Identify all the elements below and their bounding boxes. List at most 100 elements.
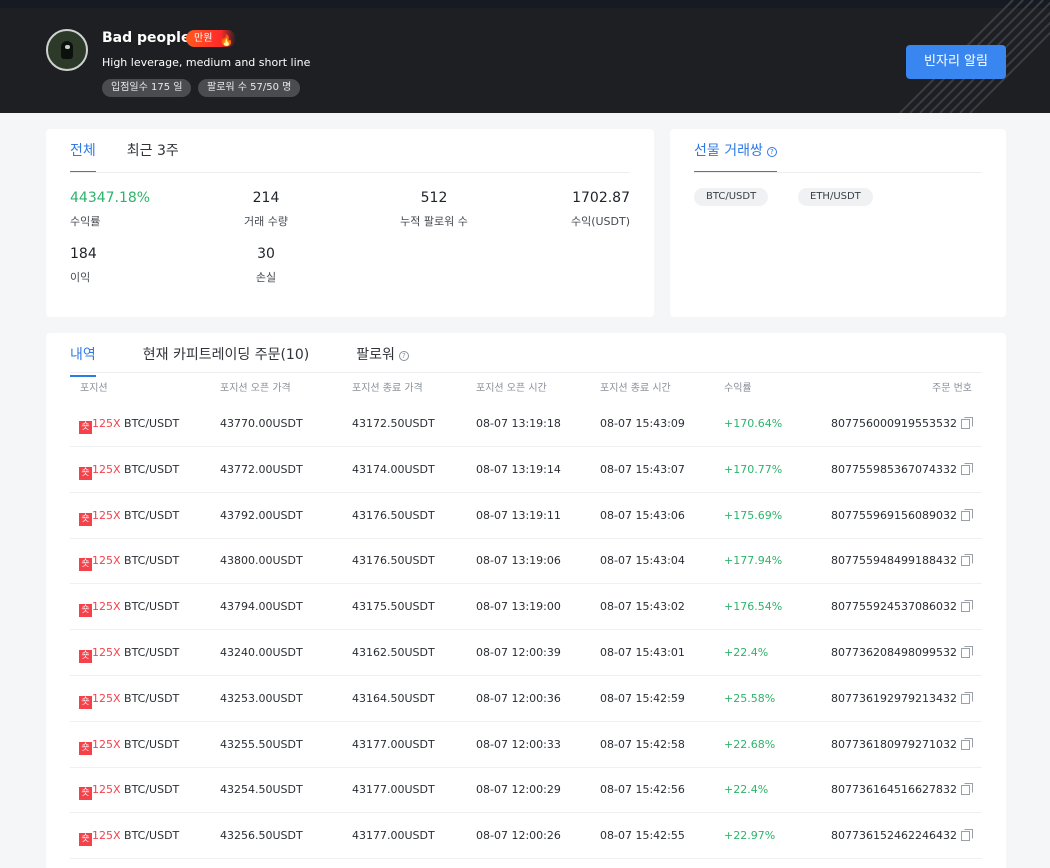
- open-time: 08-07 12:00:39: [476, 646, 561, 659]
- roi: +25.58%: [724, 691, 776, 705]
- stat-value: 184: [70, 246, 97, 262]
- help-icon[interactable]: ?: [398, 351, 409, 361]
- order-id-cell: 807736180979271032: [831, 722, 973, 768]
- copy-icon[interactable]: [961, 829, 973, 842]
- open-time: 08-07 13:19:06: [476, 554, 561, 568]
- short-side-tag: 숏: [79, 558, 92, 572]
- order-id-cell: 807736152462246432: [831, 813, 973, 859]
- copy-icon[interactable]: [961, 554, 973, 567]
- open-price: 43240.00USDT: [220, 646, 303, 659]
- stat-losses: 30 손실: [226, 246, 306, 285]
- position-cell: 숏 125X BTC/USDT: [79, 584, 179, 630]
- leverage: 125X: [92, 691, 121, 705]
- order-id-cell: 807755948499188432: [831, 538, 973, 584]
- stat-value: 44347.18%: [70, 190, 151, 206]
- position-cell: 숏 125X BTC/USDT: [79, 676, 179, 722]
- position-cell: 숏 125X BTC/USDT: [79, 630, 179, 676]
- order-id-cell: 807736208498099532: [831, 630, 973, 676]
- order-id-cell: 807755985367074332: [831, 447, 973, 493]
- short-side-tag: 숏: [79, 512, 92, 526]
- tab-recent-3-weeks[interactable]: 최근 3주: [127, 129, 179, 173]
- tab-all[interactable]: 전체: [70, 129, 96, 173]
- open-time: 08-07 13:19:14: [476, 462, 561, 476]
- leverage: 125X: [92, 600, 121, 614]
- help-icon[interactable]: ?: [766, 147, 777, 157]
- pair: BTC/USDT: [124, 829, 180, 843]
- open-time: 08-07 12:00:29: [476, 783, 561, 797]
- copy-icon[interactable]: [961, 462, 973, 475]
- close-price: 43177.00USDT: [352, 737, 435, 751]
- copy-icon[interactable]: [961, 417, 973, 429]
- tabs-divider: [70, 372, 982, 373]
- table-row: 숏 125X BTC/USDT 43256.50USDT 43177.00USDT 08…: [70, 813, 982, 860]
- open-price: 43253.00USDT: [220, 691, 303, 705]
- tab-followers[interactable]: 팔로워?: [356, 333, 409, 377]
- pair: BTC/USDT: [124, 646, 180, 659]
- short-side-tag: 숏: [79, 421, 92, 434]
- table-row: 숏 125X BTC/USDT 43770.00USDT 43172.50USDT 08…: [70, 401, 982, 447]
- tab-history[interactable]: 내역: [70, 333, 96, 377]
- level-badge: 만원 🔥: [186, 30, 237, 47]
- leverage: 125X: [92, 462, 121, 476]
- history-tabs: 내역 현재 카피트레이딩 주문(10) 팔로워?: [70, 333, 440, 377]
- history-card: 내역 현재 카피트레이딩 주문(10) 팔로워? 포지션 포지션 오픈 가격 포…: [46, 333, 1006, 868]
- open-price: 43794.00USDT: [220, 600, 303, 614]
- copy-icon[interactable]: [961, 508, 973, 521]
- stat-value: 512: [420, 190, 448, 206]
- stat-label: 손실: [255, 271, 277, 284]
- position-cell: 숏 125X BTC/USDT: [79, 538, 179, 584]
- copy-icon[interactable]: [961, 691, 973, 704]
- stats-card: 전체 최근 3주 44347.18% 수익률 214 거래 수량 512 누적 …: [46, 129, 654, 317]
- position-cell: 숏 125X BTC/USDT: [79, 813, 179, 859]
- roi: +22.68%: [724, 737, 776, 751]
- close-time: 08-07 15:43:09: [600, 417, 685, 430]
- pair: BTC/USDT: [124, 691, 180, 705]
- stat-value: 1702.87: [572, 190, 630, 206]
- copy-icon[interactable]: [961, 600, 973, 613]
- order-id: 807736152462246432: [831, 829, 957, 843]
- leverage: 125X: [92, 646, 121, 659]
- close-time: 08-07 15:42:59: [600, 691, 685, 705]
- position-cell: 숏 125X BTC/USDT: [79, 447, 179, 493]
- stat-total-followers: 512 누적 팔로워 수: [384, 190, 484, 229]
- close-time: 08-07 15:43:06: [600, 508, 685, 522]
- close-price: 43176.50USDT: [352, 554, 435, 568]
- short-side-tag: 숏: [79, 650, 92, 663]
- close-price: 43164.50USDT: [352, 691, 435, 705]
- roi: +176.54%: [724, 600, 783, 614]
- tab-current-copy-orders[interactable]: 현재 카피트레이딩 주문(10): [143, 333, 309, 377]
- tab-futures-pairs[interactable]: 선물 거래쌍?: [694, 129, 777, 173]
- open-time: 08-07 12:00:36: [476, 691, 561, 705]
- leverage: 125X: [92, 737, 121, 751]
- short-side-tag: 숏: [79, 466, 92, 480]
- short-side-tag: 숏: [79, 695, 92, 709]
- copy-icon[interactable]: [961, 646, 973, 658]
- col-header-roi: 수익률: [724, 383, 752, 394]
- open-time: 08-07 12:00:26: [476, 829, 561, 843]
- leverage: 125X: [92, 829, 121, 843]
- leverage: 125X: [92, 417, 121, 430]
- copy-icon[interactable]: [961, 737, 973, 750]
- roi: +177.94%: [724, 554, 783, 568]
- order-id-cell: 807736192979213432: [831, 676, 973, 722]
- col-header-open-price: 포지션 오픈 가격: [220, 383, 291, 394]
- tabs-divider: [70, 172, 630, 173]
- copy-icon[interactable]: [961, 783, 973, 796]
- days-chip: 입점일수 175 일: [102, 79, 192, 97]
- order-id: 807755924537086032: [831, 600, 957, 614]
- position-cell: 숏 125X BTC/USDT: [79, 722, 179, 768]
- order-id: 807755985367074332: [831, 462, 957, 476]
- tab-futures-pairs-label: 선물 거래쌍: [694, 143, 763, 159]
- pair: BTC/USDT: [124, 554, 180, 568]
- vacancy-alert-button[interactable]: 빈자리 알림: [906, 45, 1006, 79]
- short-side-tag: 숏: [79, 833, 92, 847]
- close-time: 08-07 15:43:04: [600, 554, 685, 568]
- table-row: 숏 125X BTC/USDT 43772.00USDT 43174.00USDT 08…: [70, 447, 982, 493]
- close-time: 08-07 15:43:07: [600, 462, 685, 476]
- trader-name: Bad people: [102, 30, 191, 46]
- close-time: 08-07 15:43:01: [600, 646, 685, 659]
- order-id-cell: 807755969156089032: [831, 493, 973, 539]
- table-row: 숏 125X BTC/USDT 43792.00USDT 43176.50USDT 08…: [70, 493, 982, 539]
- close-price: 43177.00USDT: [352, 783, 435, 797]
- open-price: 43254.50USDT: [220, 783, 303, 797]
